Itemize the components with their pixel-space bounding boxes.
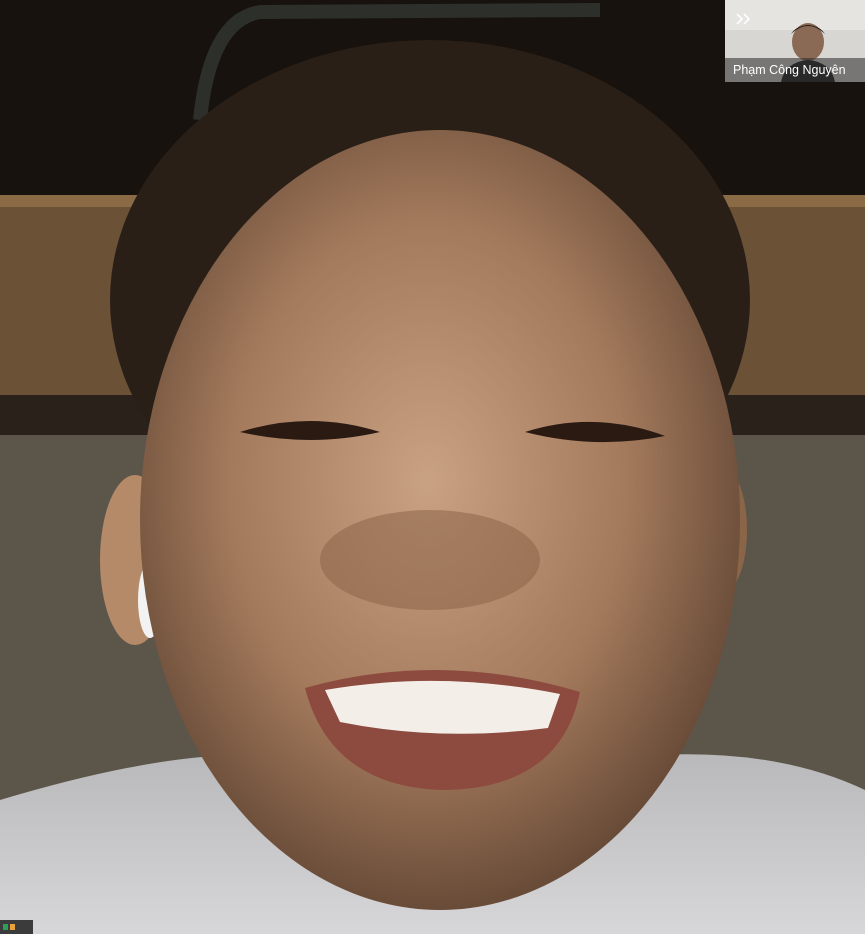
video-call-window: Phạm Công Nguyên bbox=[0, 0, 865, 934]
collapse-self-view-button[interactable] bbox=[733, 8, 755, 30]
app-indicator bbox=[0, 920, 33, 934]
self-participant-name: Phạm Công Nguyên bbox=[725, 58, 865, 82]
remote-video-feed bbox=[0, 0, 865, 934]
double-chevron-right-icon bbox=[736, 13, 751, 25]
self-view-tile[interactable]: Phạm Công Nguyên bbox=[725, 0, 865, 82]
